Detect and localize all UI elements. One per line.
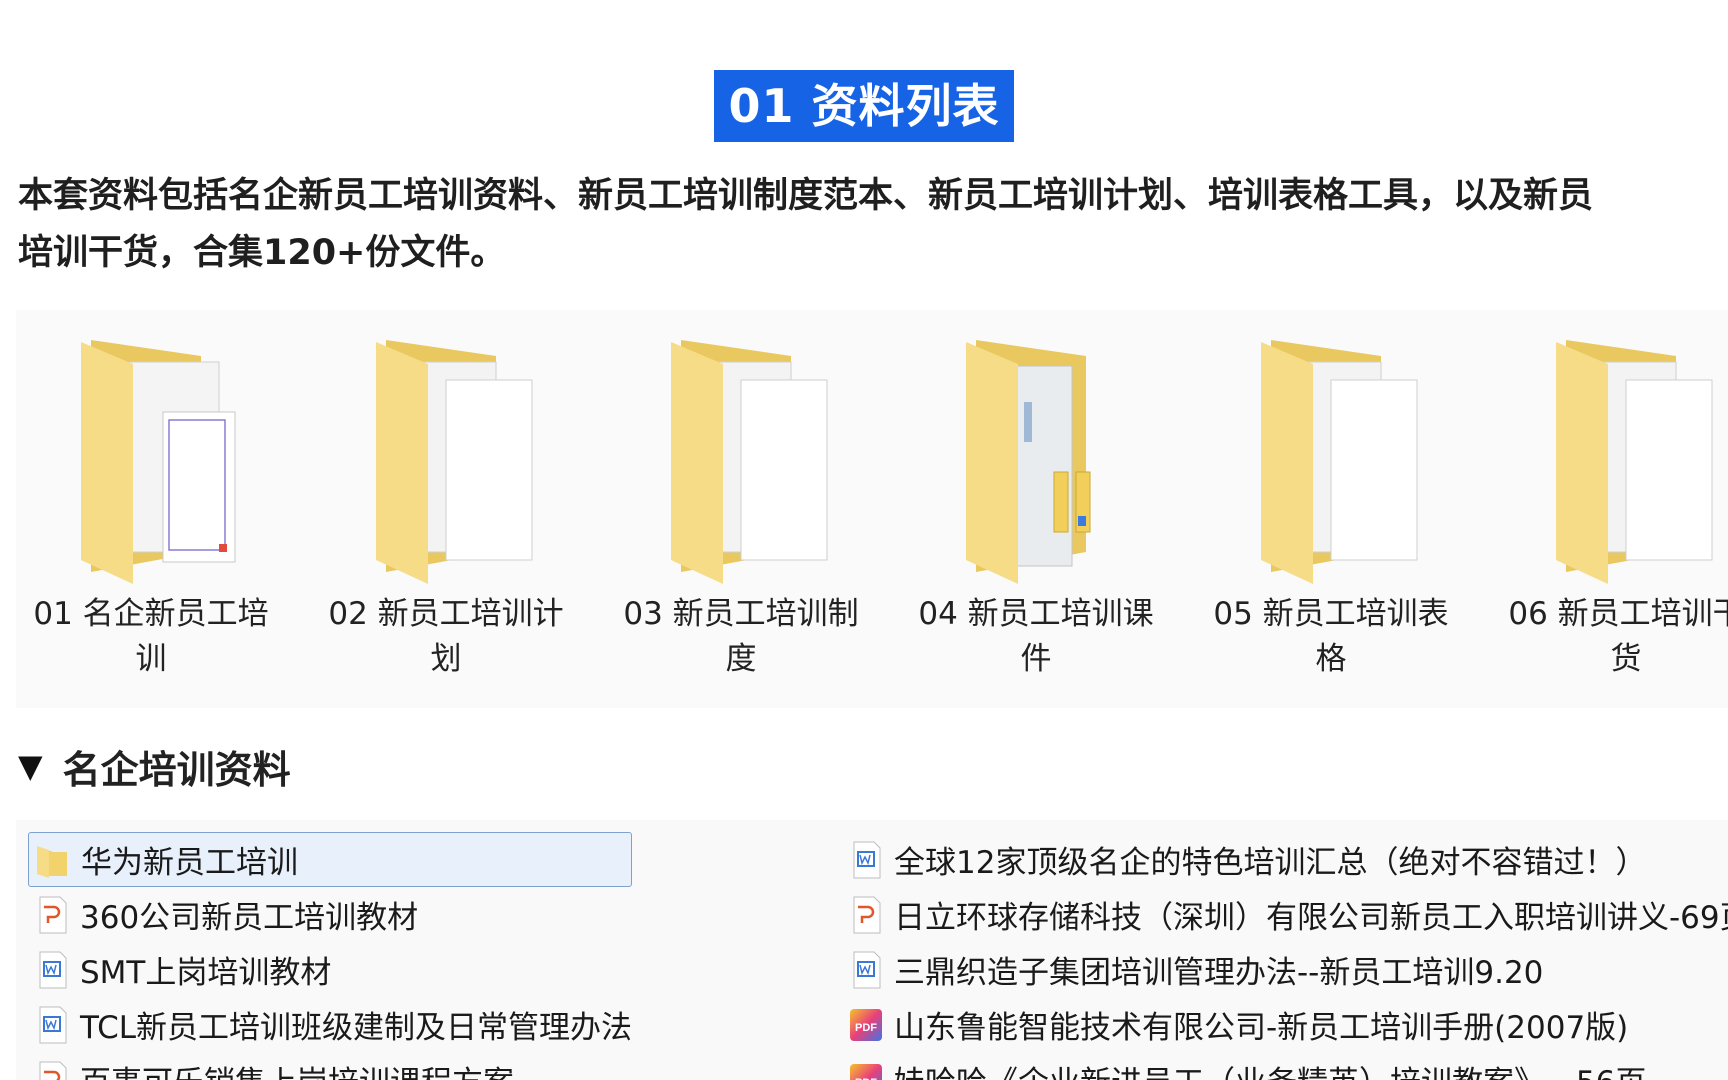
folder-label: 01 名企新员工培训 bbox=[33, 596, 269, 677]
svg-text:PDF: PDF bbox=[855, 1077, 877, 1080]
page-title: 01 资料列表 bbox=[714, 70, 1014, 142]
folder-label: 02 新员工培训计划 bbox=[328, 596, 564, 677]
file-name: SMT上岗培训教材 bbox=[80, 955, 332, 991]
file-name: 日立环球存储科技（深圳）有限公司新员工入职培训讲义-69页 bbox=[894, 900, 1728, 936]
folder-icon bbox=[37, 845, 67, 878]
file-name: 山东鲁能智能技术有限公司-新员工培训手册(2007版) bbox=[894, 1010, 1629, 1046]
word-file-icon bbox=[853, 841, 881, 878]
folder-item[interactable]: 02 新员工培训计划 bbox=[311, 322, 581, 702]
list-item[interactable]: 全球12家顶级名企的特色培训汇总（绝对不容错过！） bbox=[848, 832, 1728, 887]
word-file-icon bbox=[853, 951, 881, 988]
folder-icon bbox=[376, 340, 533, 584]
file-name: TCL新员工培训班级建制及日常管理办法 bbox=[80, 1010, 633, 1046]
folder-item[interactable]: 01 名企新员工培训 bbox=[16, 322, 286, 702]
folder-item[interactable]: 06 新员工培训干货 bbox=[1491, 322, 1728, 702]
svg-text:PDF: PDF bbox=[855, 1022, 877, 1034]
folder-icon bbox=[966, 340, 1091, 584]
folder-label: 03 新员工培训制度 bbox=[623, 596, 859, 677]
intro-line-1: 本套资料包括名企新员工培训资料、新员工培训制度范本、新员工培训计划、培训表格工具… bbox=[18, 176, 1594, 216]
folder-item[interactable]: 03 新员工培训制度 bbox=[606, 322, 876, 702]
folder-icon bbox=[81, 340, 236, 584]
folder-icon bbox=[671, 340, 828, 584]
word-file-icon bbox=[39, 1006, 67, 1043]
list-item[interactable]: SMT上岗培训教材 bbox=[34, 942, 632, 997]
list-item[interactable]: 360公司新员工培训教材 bbox=[34, 887, 632, 942]
list-item[interactable]: 华为新员工培训 bbox=[28, 832, 633, 887]
folder-label: 05 新员工培训表格 bbox=[1213, 596, 1449, 677]
intro-text: 本套资料包括名企新员工培训资料、新员工培训制度范本、新员工培训计划、培训表格工具… bbox=[18, 168, 1728, 282]
collapse-caret-icon[interactable]: ▼ bbox=[18, 747, 43, 785]
folder-label: 04 新员工培训课件 bbox=[918, 596, 1154, 677]
file-column-right: 全球12家顶级名企的特色培训汇总（绝对不容错过！） 日立环球存储科技（深圳）有限… bbox=[848, 832, 1728, 1080]
folder-icon bbox=[1556, 340, 1713, 584]
list-item[interactable]: 日立环球存储科技（深圳）有限公司新员工入职培训讲义-69页 bbox=[848, 887, 1728, 942]
file-name: 华为新员工培训 bbox=[81, 845, 298, 881]
folder-item[interactable]: 05 新员工培训表格 bbox=[1196, 322, 1466, 702]
ppt-file-icon bbox=[39, 1061, 67, 1080]
section-title: 名企培训资料 bbox=[62, 747, 291, 792]
list-item[interactable]: PDF 娃哈哈《企业新进员工（业务精英）培训教案》 - 56页 bbox=[848, 1052, 1728, 1080]
file-name: 百事可乐销售上岗培训课程方案 bbox=[80, 1057, 514, 1080]
file-name: 娃哈哈《企业新进员工（业务精英）培训教案》 - 56页 bbox=[894, 1057, 1646, 1080]
file-column-left: 华为新员工培训 360公司新员工培训教材 SMT上岗培训教材 TCL新员工培训班… bbox=[28, 832, 633, 1080]
folder-grid: 01 名企新员工培训 02 新员工培训计划 03 新员工培训制度 04 新员工培… bbox=[16, 310, 1728, 708]
ppt-file-icon bbox=[39, 896, 67, 933]
list-item[interactable]: 三鼎织造子集团培训管理办法--新员工培训9.20 bbox=[848, 942, 1728, 997]
ppt-file-icon bbox=[853, 896, 881, 933]
title-wrap: 01 资料列表 bbox=[0, 70, 1728, 142]
list-item[interactable]: PDF 山东鲁能智能技术有限公司-新员工培训手册(2007版) bbox=[848, 997, 1728, 1052]
folder-item[interactable]: 04 新员工培训课件 bbox=[901, 322, 1171, 702]
list-item[interactable]: TCL新员工培训班级建制及日常管理办法 bbox=[34, 997, 632, 1052]
word-file-icon bbox=[39, 951, 67, 988]
list-item[interactable]: 百事可乐销售上岗培训课程方案 bbox=[34, 1052, 632, 1080]
folder-icon bbox=[1261, 340, 1418, 584]
pdf-file-icon: PDF bbox=[850, 1008, 882, 1041]
file-name: 三鼎织造子集团培训管理办法--新员工培训9.20 bbox=[894, 955, 1544, 991]
intro-line-2: 培训干货，合集120+份文件。 bbox=[18, 233, 506, 273]
file-name: 全球12家顶级名企的特色培训汇总（绝对不容错过！） bbox=[894, 845, 1647, 881]
file-name: 360公司新员工培训教材 bbox=[80, 900, 419, 936]
folder-label: 06 新员工培训干货 bbox=[1508, 596, 1728, 677]
pdf-file-icon: PDF bbox=[850, 1063, 882, 1080]
section-header[interactable]: ▼ 名企培训资料 bbox=[18, 738, 291, 794]
file-list: 华为新员工培训 360公司新员工培训教材 SMT上岗培训教材 TCL新员工培训班… bbox=[16, 820, 1728, 1080]
